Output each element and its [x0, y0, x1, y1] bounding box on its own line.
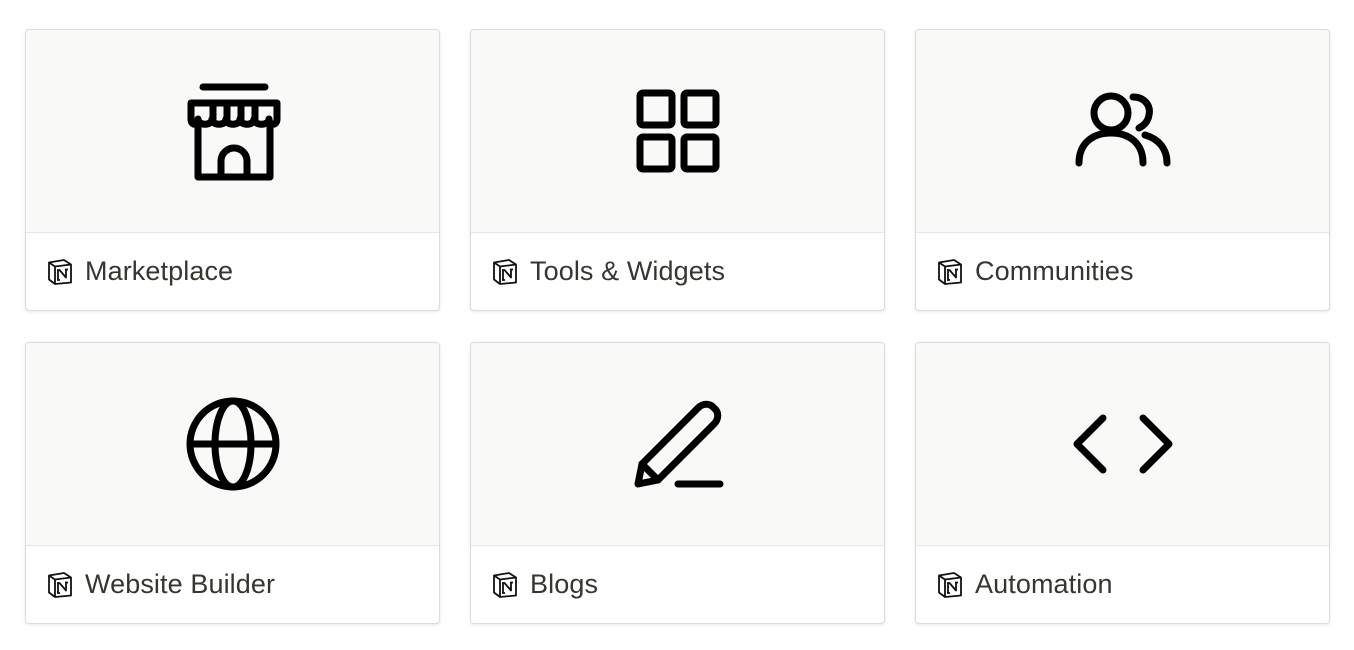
- notion-logo-icon: [938, 258, 962, 285]
- card-title: Website Builder: [85, 569, 276, 599]
- card-cover: [916, 343, 1329, 546]
- card-cover: [26, 30, 439, 233]
- pencil-icon: [634, 400, 723, 488]
- notion-logo-icon: [48, 258, 72, 285]
- gallery-grid: Marketplace Tools & Widgets Communities …: [25, 29, 1330, 624]
- card-cover: [471, 343, 884, 546]
- gallery-card-marketplace[interactable]: Marketplace: [25, 29, 440, 311]
- gallery-card-tools-widgets[interactable]: Tools & Widgets: [470, 29, 885, 311]
- grid-squares-icon: [636, 89, 719, 173]
- storefront-icon: [187, 83, 280, 181]
- card-title: Blogs: [530, 569, 599, 599]
- card-caption: Blogs: [471, 546, 884, 623]
- card-caption: Website Builder: [26, 546, 439, 623]
- card-caption: Tools & Widgets: [471, 233, 884, 310]
- card-title: Tools & Widgets: [530, 256, 726, 286]
- notion-logo-icon: [938, 571, 962, 598]
- notion-logo-icon: [493, 571, 517, 598]
- card-title: Communities: [975, 256, 1134, 286]
- gallery-card-blogs[interactable]: Blogs: [470, 342, 885, 624]
- notion-logo-icon: [493, 258, 517, 285]
- card-caption: Automation: [916, 546, 1329, 623]
- gallery-card-communities[interactable]: Communities: [915, 29, 1330, 311]
- card-title: Marketplace: [85, 256, 234, 286]
- card-title: Automation: [975, 569, 1113, 599]
- card-caption: Marketplace: [26, 233, 439, 310]
- card-caption: Communities: [916, 233, 1329, 310]
- card-cover: [26, 343, 439, 546]
- card-cover: [916, 30, 1329, 233]
- code-brackets-icon: [1073, 414, 1172, 474]
- globe-icon: [186, 397, 279, 491]
- notion-logo-icon: [48, 571, 72, 598]
- gallery-card-website-builder[interactable]: Website Builder: [25, 342, 440, 624]
- card-cover: [471, 30, 884, 233]
- users-group-icon: [1075, 92, 1170, 167]
- gallery-card-automation[interactable]: Automation: [915, 342, 1330, 624]
